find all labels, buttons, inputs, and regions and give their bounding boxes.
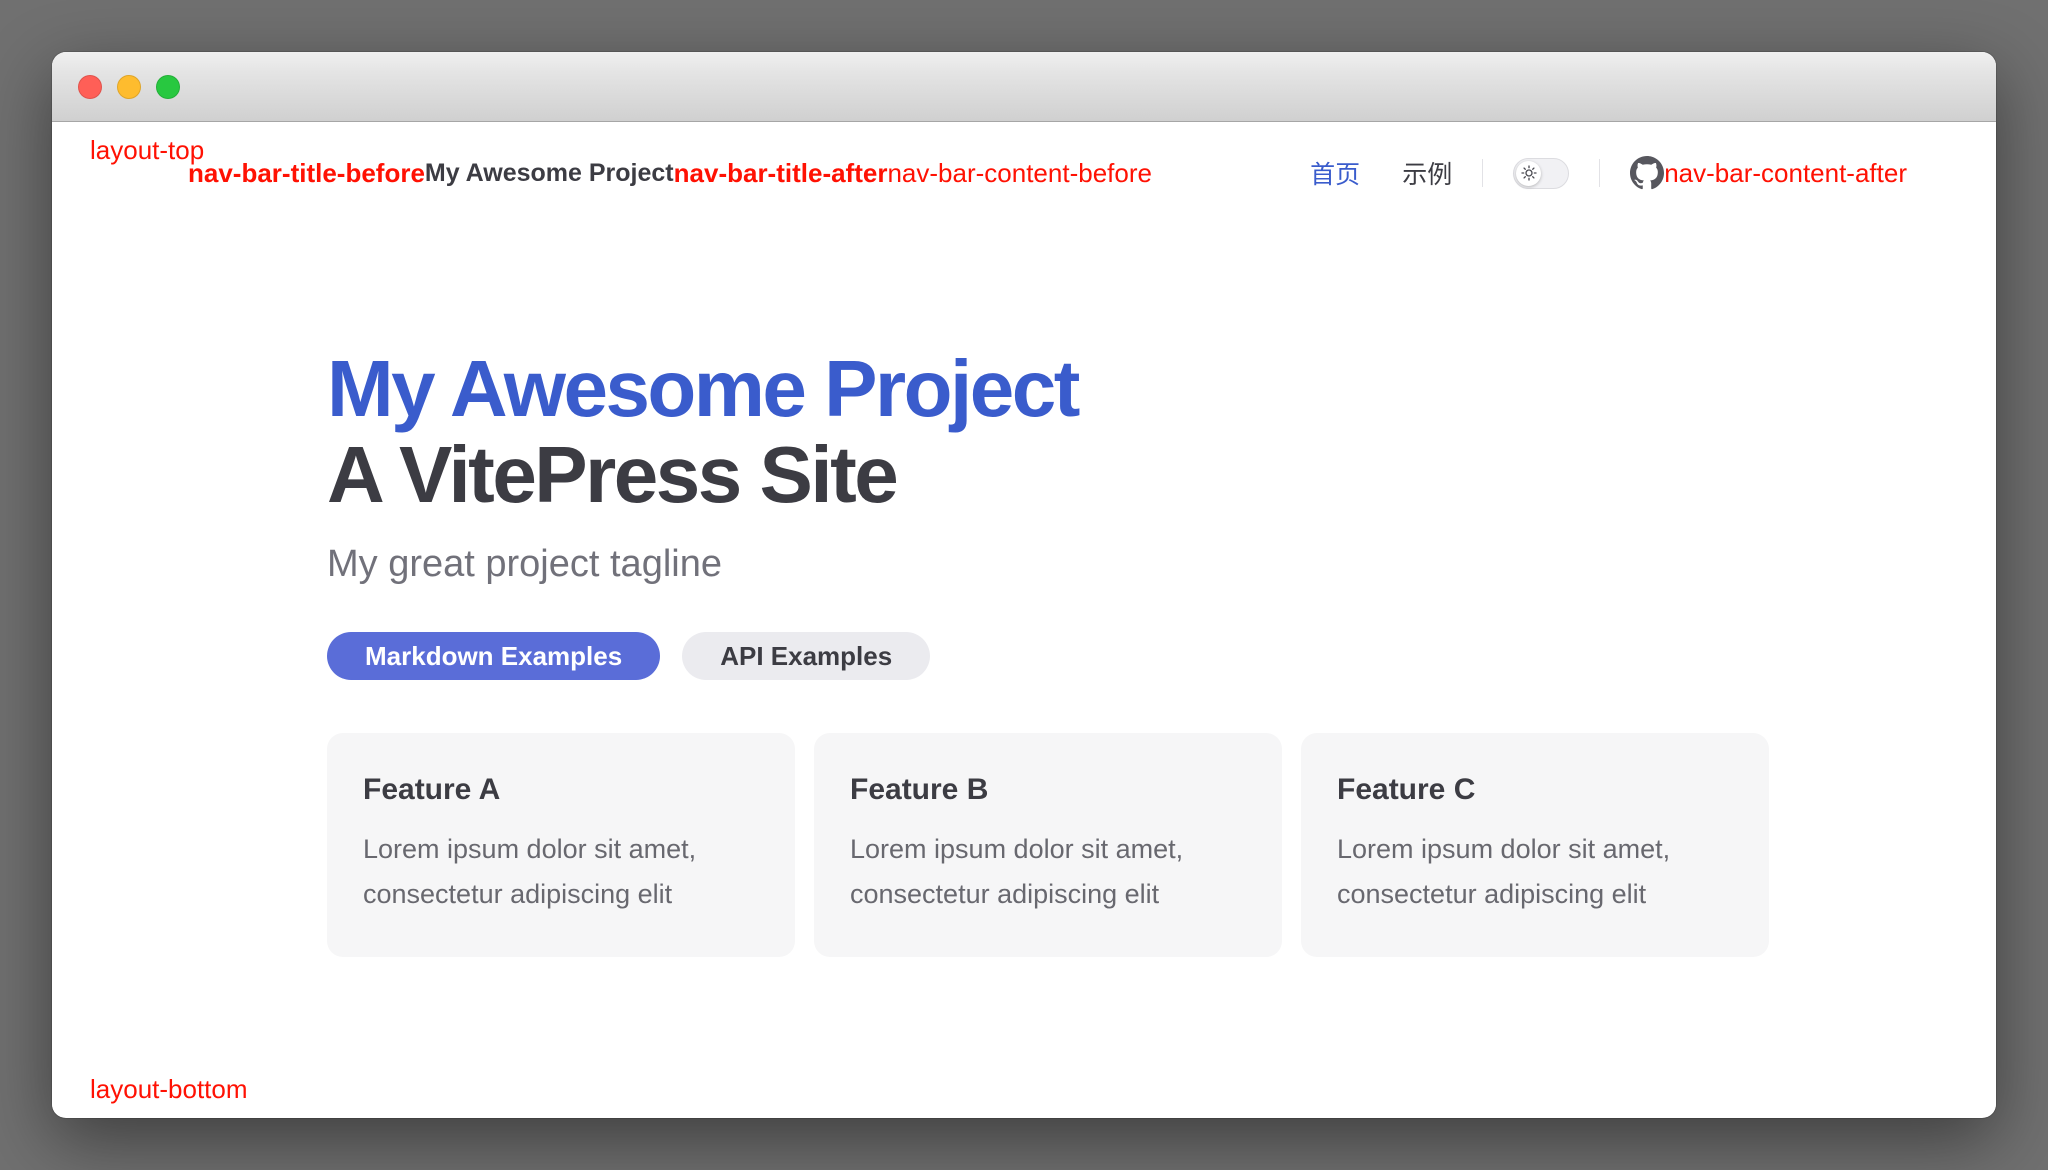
window-titlebar	[52, 52, 1996, 122]
hero-section: My Awesome Project A VitePress Site My g…	[327, 346, 1827, 680]
feature-details: Lorem ipsum dolor sit amet, consectetur …	[363, 827, 759, 917]
close-window-button[interactable]	[78, 75, 102, 99]
feature-card-c: Feature C Lorem ipsum dolor sit amet, co…	[1301, 733, 1769, 957]
feature-details: Lorem ipsum dolor sit amet, consectetur …	[850, 827, 1246, 917]
hero-tagline: My great project tagline	[327, 538, 1827, 590]
hero-actions: Markdown Examples API Examples	[327, 632, 1827, 680]
nav-link-home[interactable]: 首页	[1310, 155, 1360, 191]
nav-link-examples[interactable]: 示例	[1402, 155, 1452, 191]
nav-bar-title-before-slot-label: nav-bar-title-before	[188, 157, 425, 189]
nav-divider	[1599, 159, 1600, 187]
api-examples-button[interactable]: API Examples	[682, 632, 930, 680]
site-title[interactable]: My Awesome Project	[425, 159, 674, 188]
feature-card-a: Feature A Lorem ipsum dolor sit amet, co…	[327, 733, 795, 957]
layout-bottom-slot-label: layout-bottom	[90, 1073, 248, 1105]
feature-card-b: Feature B Lorem ipsum dolor sit amet, co…	[814, 733, 1282, 957]
nav-bar-title-after-slot-label: nav-bar-title-after	[674, 157, 888, 189]
traffic-lights	[78, 75, 180, 99]
theme-toggle-switch[interactable]	[1513, 158, 1569, 189]
fullscreen-window-button[interactable]	[156, 75, 180, 99]
nav-bar-content-after-slot-label: nav-bar-content-after	[1664, 157, 1907, 189]
minimize-window-button[interactable]	[117, 75, 141, 99]
feature-details: Lorem ipsum dolor sit amet, consectetur …	[1337, 827, 1733, 917]
github-social-link[interactable]	[1630, 156, 1664, 190]
navbar-menu: 首页 示例	[1310, 155, 1907, 191]
github-icon	[1630, 156, 1664, 190]
hero-name: My Awesome Project	[327, 346, 1827, 432]
features-grid: Feature A Lorem ipsum dolor sit amet, co…	[327, 733, 1769, 957]
theme-toggle-knob	[1516, 161, 1541, 186]
navbar-title-group: nav-bar-title-before My Awesome Project …	[188, 157, 1152, 189]
vitepress-page: layout-top nav-bar-title-before My Aweso…	[52, 122, 1996, 1117]
markdown-examples-button[interactable]: Markdown Examples	[327, 632, 660, 680]
nav-bar-content-before-slot-label: nav-bar-content-before	[887, 157, 1151, 189]
hero-text: A VitePress Site	[327, 432, 1827, 518]
browser-window: layout-top nav-bar-title-before My Aweso…	[52, 52, 1996, 1118]
nav-divider	[1482, 159, 1483, 187]
navbar: nav-bar-title-before My Awesome Project …	[52, 146, 1996, 200]
feature-title: Feature A	[363, 773, 759, 807]
feature-title: Feature C	[1337, 773, 1733, 807]
feature-title: Feature B	[850, 773, 1246, 807]
sun-icon	[1521, 159, 1537, 188]
